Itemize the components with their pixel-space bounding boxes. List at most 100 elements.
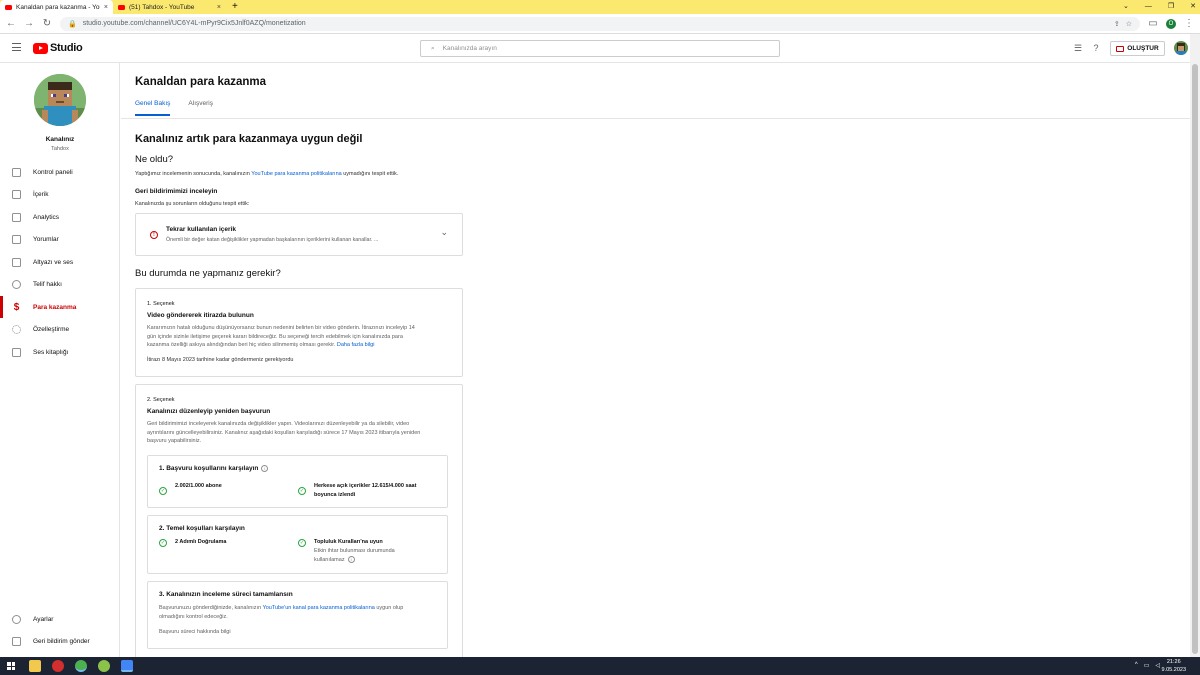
reload-icon[interactable]: ↻ [42,18,52,29]
sidebar-item-customization[interactable]: Özelleştirme [0,318,120,340]
dollar-icon: $ [13,301,20,313]
windows-start-icon[interactable] [7,662,15,670]
youtube-favicon-icon [5,4,12,10]
close-window-icon[interactable]: ✕ [1190,0,1196,14]
studio-logo[interactable]: Studio [33,42,83,54]
checkmark-icon: ✓ [298,487,306,495]
browser-tab-studio[interactable]: Kanaldan para kazanma - YouTube Studio × [0,0,113,14]
search-placeholder: Kanalınızda arayın [442,45,497,52]
restore-icon[interactable]: ❐ [1168,0,1174,14]
help-icon[interactable]: ? [1091,43,1101,53]
comments-icon [12,234,21,244]
close-icon[interactable]: × [104,4,108,11]
hamburger-menu-icon[interactable] [12,43,21,51]
option-description: Kararımızın hatalı olduğunu düşünüyorsan… [147,324,453,350]
sidebar-item-label: Geri bildirim gönder [33,637,90,645]
review-text-before: Başvurunuzu gönderdiğinizde, kanalınızın [159,605,263,611]
info-icon[interactable]: i [261,465,269,472]
step-title-text: 1. Başvuru koşullarını karşılayın [159,465,259,473]
split-view-icon[interactable]: ▭ [1148,18,1158,29]
option-text-line: Geri bildirimimizi inceleyerek kanalınız… [147,421,410,427]
step-title: 3. Kanalınızın inceleme süreci tamamlans… [159,591,293,598]
review-text-after: uymadığını tespit ettik. [341,171,399,177]
url-field[interactable]: 🔒 studio.youtube.com/channel/UC6Y4L-mPyr… [60,16,1140,31]
windows-taskbar: ^ ▭ ◁ 21:26 9.05.2023 [0,657,1200,675]
address-bar-row: ← → ↻ 🔒 studio.youtube.com/channel/UC6Y4… [0,14,1200,34]
tab-bar: Genel Bakış Alışveriş [135,100,213,116]
sidebar-item-label: Ayarlar [33,615,54,623]
video-camera-icon [1116,45,1125,52]
notes-icon[interactable]: ☰ [1073,43,1083,53]
chevron-down-icon[interactable]: ⌄ [1123,0,1129,14]
speaker-icon[interactable]: ◁ [1155,662,1160,669]
option-text-line: gün içinde sizinle iletişime geçerek kar… [147,333,403,340]
profile-avatar[interactable]: O [1166,18,1176,29]
sidebar-item-feedback[interactable]: Geri bildirim gönder [0,630,120,652]
menu-dots-icon[interactable]: ⋮ [1184,18,1194,29]
page-title: Kanaldan para kazanma [135,76,267,88]
tab-overview[interactable]: Genel Bakış [135,100,171,116]
channel-monetization-policy-link[interactable]: YouTube'un kanal para kazanma politikala… [263,605,375,611]
back-icon[interactable]: ← [6,18,16,29]
sidebar-item-analytics[interactable]: Analytics [0,206,120,228]
chevron-down-icon[interactable]: ⌄ [440,227,448,238]
sidebar-item-audio-library[interactable]: Ses kitaplığı [0,341,120,363]
new-tab-button[interactable]: + [226,0,244,14]
sidebar: Kanalınız Tahdox Kontrol paneli İçerik A… [0,63,120,657]
tab-title: Kanaldan para kazanma - YouTube Studio [16,3,100,11]
sidebar-item-settings[interactable]: Ayarlar [0,608,120,630]
browser-tab-youtube[interactable]: (51) Tahdox - YouTube × [113,0,226,14]
system-clock[interactable]: 21:26 9.05.2023 [1162,658,1186,674]
account-avatar[interactable] [1174,41,1188,55]
info-icon[interactable]: i [347,555,355,563]
channel-avatar[interactable] [34,74,86,126]
youtube-logo-icon [33,42,48,54]
sidebar-item-copyright[interactable]: Telif hakkı [0,273,120,295]
clock-time: 21:26 [1166,659,1181,665]
subscriber-count: 2.002/1.000 abone [175,483,222,489]
customization-icon [12,324,21,334]
minimize-icon[interactable]: — [1145,0,1152,14]
share-icon[interactable]: ⇪ [1114,20,1120,28]
lock-icon: 🔒 [68,20,77,28]
learn-more-link[interactable]: Daha fazla bilgi [337,342,375,348]
main-content: Kanaldan para kazanma Genel Bakış Alışve… [121,63,1190,664]
sidebar-item-content[interactable]: İçerik [0,183,120,205]
sidebar-item-label: Telif hakkı [33,280,62,288]
review-text-line: olmadığını kontrol edeceğiz. [159,613,228,620]
create-button[interactable]: OLUŞTUR [1110,41,1165,56]
monetization-policy-link[interactable]: YouTube para kazanma politikalarına [251,171,341,177]
audio-library-icon [12,347,21,357]
option-title: Video göndererek itirazda bulunun [147,312,254,319]
window-controls: ⌄ — ❐ ✕ [1123,0,1196,14]
chrome-icon[interactable] [75,660,87,672]
chrome-window-icon[interactable] [121,660,133,672]
star-icon[interactable]: ☆ [1126,20,1132,28]
studio-header: Studio ⌕ Kanalınızda arayın ☰ ? OLUŞTUR [0,34,1190,63]
app-red-icon[interactable] [52,660,64,672]
search-input[interactable]: ⌕ Kanalınızda arayın [420,40,780,57]
file-explorer-icon[interactable] [29,660,41,672]
note-line: Etkin ihtar bulunması durumunda [314,548,395,554]
page-scrollbar[interactable] [1190,34,1200,657]
tab-shopping[interactable]: Alışveriş [188,100,213,116]
option-1-card: 1. Seçenek Video göndererek itirazda bul… [135,288,463,377]
application-process-link[interactable]: Başvuru süreci hakkında bilgi [159,628,231,637]
sidebar-item-dashboard[interactable]: Kontrol paneli [0,161,120,183]
forward-icon[interactable]: → [24,18,34,29]
chevron-up-icon[interactable]: ^ [1135,662,1138,669]
option-text-line: Kararımızın hatalı olduğunu düşünüyorsan… [147,325,415,331]
option-title: Kanalınızı düzenleyip yeniden başvurun [147,408,271,415]
sidebar-item-subtitles[interactable]: Altyazı ve ses [0,251,120,273]
sidebar-item-comments[interactable]: Yorumlar [0,228,120,250]
app-green-icon[interactable] [98,660,110,672]
watch-hours-line: Herkese açık içerikler 12.615/4.000 saat [314,483,417,489]
note-line: kullanılamaz [314,556,345,563]
browser-tab-bar: Kanaldan para kazanma - YouTube Studio ×… [0,0,1200,14]
network-icon[interactable]: ▭ [1144,662,1150,669]
sidebar-item-monetization[interactable]: $ Para kazanma [0,296,120,318]
step-title: 1. Başvuru koşullarını karşılayın i [159,465,269,473]
close-icon[interactable]: × [217,4,221,11]
issue-card[interactable]: ! Tekrar kullanılan içerik Önemli bir de… [135,213,463,256]
scrollbar-thumb[interactable] [1192,64,1198,654]
